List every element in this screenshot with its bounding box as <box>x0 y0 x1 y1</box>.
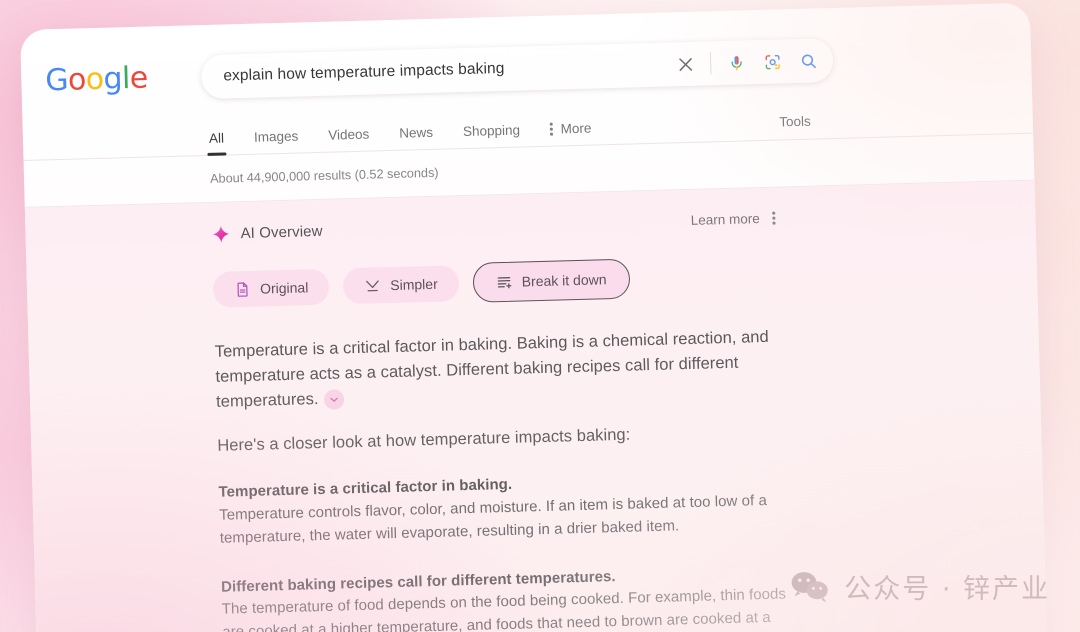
pill-break-it-down[interactable]: Break it down <box>472 258 631 303</box>
google-lens-icon[interactable] <box>761 50 784 73</box>
search-bar[interactable]: explain how temperature impacts baking <box>200 38 834 100</box>
ai-overview-panel: AI Overview Learn more Original Simpler … <box>24 180 1048 632</box>
header-row: Google explain how temperature impacts b… <box>21 33 1032 104</box>
pill-original[interactable]: Original <box>212 268 330 308</box>
google-search-page: Google explain how temperature impacts b… <box>20 2 1048 632</box>
watermark-text: 公众号 · 锌产业 <box>844 574 1050 605</box>
ai-lead-paragraph: Temperature is a critical factor in baki… <box>214 325 782 416</box>
wechat-watermark: 公众号 · 锌产业 <box>790 567 1050 606</box>
logo-letter-e: e <box>129 60 149 97</box>
ai-overview-title: AI Overview <box>240 222 323 243</box>
ai-section-2: Different baking recipes call for differ… <box>221 561 799 632</box>
ai-lead-text: Temperature is a critical factor in baki… <box>214 327 769 411</box>
search-bar-icons <box>674 49 820 75</box>
tab-all[interactable]: All <box>209 131 225 155</box>
wechat-icon <box>791 571 829 602</box>
ai-section-1: Temperature is a critical factor in baki… <box>218 466 796 550</box>
close-icon[interactable] <box>674 53 697 76</box>
browser-card-wrapper: Google explain how temperature impacts b… <box>20 2 1048 632</box>
logo-letter-G: G <box>44 62 69 99</box>
ai-mode-pills: Original Simpler Break it down <box>212 248 1038 310</box>
ai-subheading: Here's a closer look at how temperature … <box>217 425 631 456</box>
tab-news[interactable]: News <box>399 125 433 150</box>
document-icon <box>237 281 248 297</box>
overflow-menu-icon[interactable] <box>772 211 776 225</box>
logo-letter-g: g <box>103 61 123 97</box>
learn-more-label: Learn more <box>690 211 760 228</box>
pill-break-it-down-label: Break it down <box>521 271 607 290</box>
tab-more[interactable]: More <box>549 120 592 146</box>
icon-divider <box>709 52 712 75</box>
tools-button[interactable]: Tools <box>779 114 811 130</box>
tab-videos[interactable]: Videos <box>328 127 370 152</box>
pill-simpler[interactable]: Simpler <box>342 265 460 305</box>
search-input[interactable]: explain how temperature impacts baking <box>223 55 674 85</box>
logo-letter-o1: o <box>67 62 87 98</box>
logo-letter-o2: o <box>85 61 105 98</box>
pill-original-label: Original <box>259 279 309 297</box>
google-logo[interactable]: Google <box>44 61 148 99</box>
list-add-icon <box>497 276 512 288</box>
pill-simpler-label: Simpler <box>390 275 438 294</box>
learn-more-button[interactable]: Learn more <box>691 211 776 228</box>
chevron-down-icon[interactable] <box>324 389 345 410</box>
screenshot-stage: Google explain how temperature impacts b… <box>0 0 1080 632</box>
tab-images[interactable]: Images <box>254 129 299 154</box>
sparkle-icon <box>212 225 230 243</box>
ai-overview-header: AI Overview Learn more <box>211 203 1035 244</box>
simplify-icon <box>366 279 379 291</box>
tab-shopping[interactable]: Shopping <box>463 123 521 149</box>
search-icon[interactable] <box>797 49 820 72</box>
kebab-menu-icon <box>549 122 553 136</box>
tab-more-label: More <box>560 120 592 137</box>
microphone-icon[interactable] <box>725 51 748 74</box>
